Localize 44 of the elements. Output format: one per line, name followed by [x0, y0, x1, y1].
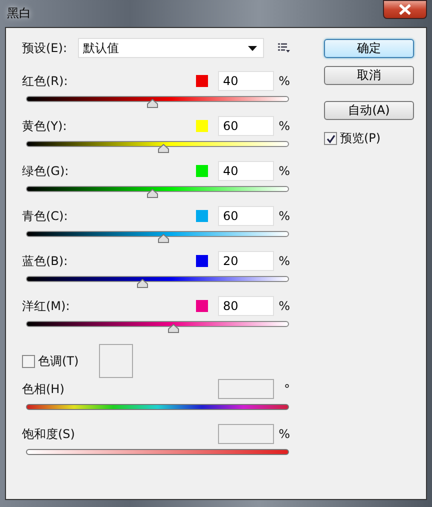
percent-sign: % [278, 164, 290, 178]
channel-label: 黄色(Y): [22, 118, 68, 134]
percent-field[interactable]: 40 [218, 71, 274, 91]
percent-sign: % [278, 119, 290, 133]
list-menu-icon[interactable] [278, 43, 290, 53]
checkmark-icon [326, 134, 336, 144]
percent-sign: % [278, 427, 290, 441]
slider-thumb[interactable] [168, 324, 180, 333]
dialog-button[interactable]: 自动(A) [324, 101, 414, 120]
tint-checkbox[interactable]: 色调(T) [22, 352, 79, 370]
percent-field[interactable]: 60 [218, 116, 274, 136]
channel-label: 青色(C): [22, 208, 69, 224]
percent-sign: % [278, 209, 290, 223]
channel-label: 红色(R): [22, 72, 69, 90]
percent-field[interactable]: 20 [218, 251, 274, 271]
percent-sign: % [278, 254, 290, 268]
percent-sign: % [278, 299, 290, 313]
saturation-field[interactable] [218, 424, 274, 444]
preset-dropdown[interactable]: 默认值 [78, 38, 264, 58]
dialog-button[interactable]: 取消 [324, 66, 414, 85]
dialog-button[interactable]: 确定 [324, 39, 414, 58]
channel-label: 绿色(G): [22, 162, 70, 180]
window-title: 黑白 [6, 5, 31, 22]
close-button[interactable] [383, 0, 427, 19]
caret-icon [248, 46, 257, 50]
slider-thumb[interactable] [147, 99, 158, 108]
slider-thumb[interactable] [147, 189, 158, 198]
slider-thumb[interactable] [158, 144, 169, 153]
channel-label: 洋红(M): [22, 298, 71, 314]
preset-label: 预设(E): [22, 40, 68, 56]
degree-sign: ° [283, 382, 290, 396]
hue-field[interactable] [218, 379, 274, 399]
close-icon [399, 4, 411, 15]
channel-label: 蓝色(B): [22, 252, 69, 270]
hue-label: 色相(H) [22, 380, 66, 398]
preview-checkbox[interactable]: 预览(P) [324, 130, 414, 147]
tint-color-swatch[interactable] [98, 344, 133, 378]
percent-field[interactable]: 80 [218, 296, 274, 316]
percent-field[interactable]: 60 [218, 206, 274, 226]
saturation-label: 饱和度(S) [22, 426, 76, 442]
percent-field[interactable]: 40 [218, 161, 274, 181]
slider-thumb[interactable] [158, 234, 169, 243]
slider-thumb[interactable] [136, 279, 148, 288]
percent-sign: % [278, 74, 290, 88]
